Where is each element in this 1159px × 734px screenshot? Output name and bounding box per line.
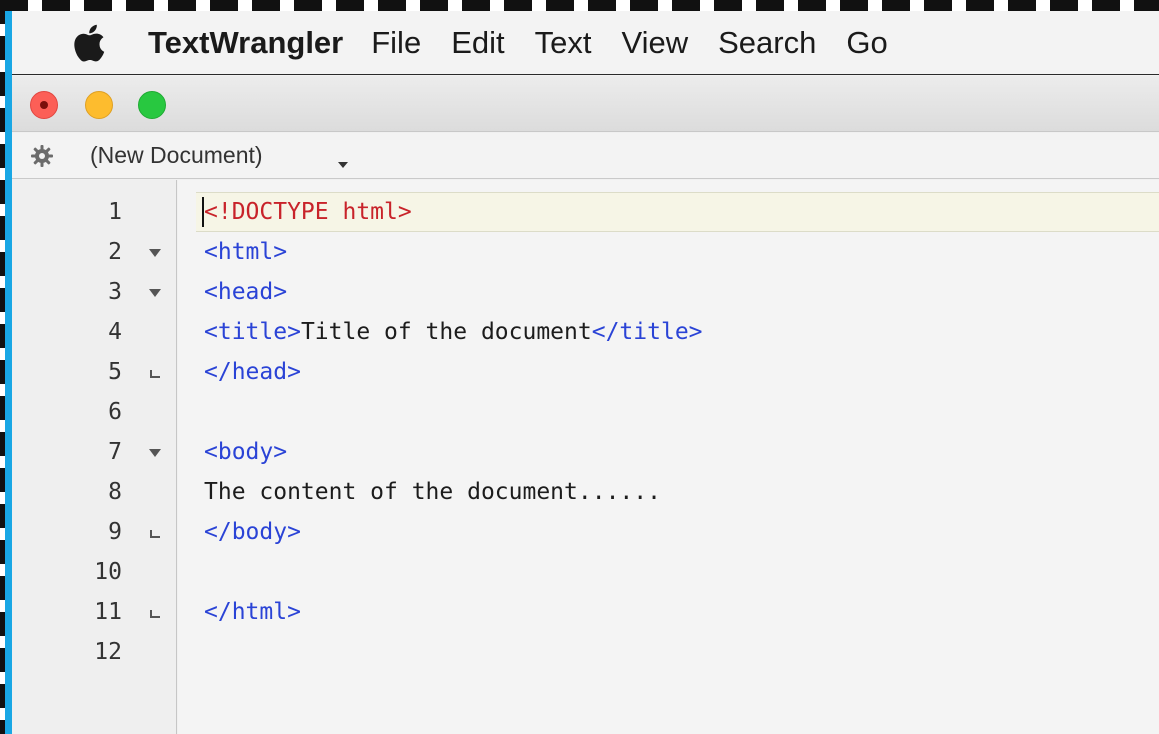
line-number: 11 bbox=[94, 599, 122, 625]
app-menu-textwrangler[interactable]: TextWrangler bbox=[148, 25, 343, 61]
accent-stripe bbox=[5, 11, 12, 734]
line-number: 2 bbox=[108, 239, 122, 265]
line-number: 4 bbox=[108, 319, 122, 345]
html-tag: </head> bbox=[204, 359, 301, 385]
line-number: 12 bbox=[94, 639, 122, 665]
text-editor-area[interactable]: <!DOCTYPE html> <html> <head> <title>Title … bbox=[178, 180, 1159, 734]
code-line: </head> bbox=[204, 352, 301, 392]
line-number: 1 bbox=[108, 199, 122, 225]
menu-edit[interactable]: Edit bbox=[451, 25, 504, 61]
menu-file[interactable]: File bbox=[371, 25, 421, 61]
screenshot-frame: TextWrangler File Edit Text View Search … bbox=[0, 0, 1159, 734]
text-cursor bbox=[202, 197, 204, 227]
menu-text[interactable]: Text bbox=[535, 25, 592, 61]
doctype-declaration: <!DOCTYPE html> bbox=[204, 199, 412, 225]
chevron-down-icon[interactable] bbox=[338, 162, 348, 168]
code-line: <html> bbox=[204, 232, 287, 272]
line-number: 9 bbox=[108, 519, 122, 545]
zoom-window-button[interactable] bbox=[138, 91, 166, 119]
code-line: <!DOCTYPE html> bbox=[204, 192, 412, 232]
apple-logo-icon[interactable] bbox=[70, 24, 106, 62]
menu-search[interactable]: Search bbox=[718, 25, 816, 61]
code-line: </body> bbox=[204, 512, 301, 552]
fold-end-icon bbox=[148, 512, 162, 552]
html-tag: </body> bbox=[204, 519, 301, 545]
code-line: </html> bbox=[204, 592, 301, 632]
line-number: 5 bbox=[108, 359, 122, 385]
code-line: <title>Title of the document</title> bbox=[204, 312, 703, 352]
document-menu[interactable]: (New Document) bbox=[90, 142, 263, 169]
line-number: 6 bbox=[108, 399, 122, 425]
dashed-border-top bbox=[0, 0, 1159, 11]
document-bar: (New Document) bbox=[12, 133, 1159, 179]
fold-end-icon bbox=[148, 352, 162, 392]
html-tag: <body> bbox=[204, 439, 288, 465]
menu-view[interactable]: View bbox=[621, 25, 688, 61]
line-number-gutter: 1 2 3 4 5 6 7 8 9 10 11 12 bbox=[12, 180, 177, 734]
menu-go[interactable]: Go bbox=[846, 25, 887, 61]
menu-bar: TextWrangler File Edit Text View Search … bbox=[12, 11, 1159, 75]
line-number: 8 bbox=[108, 479, 122, 505]
code-text: Title of the document bbox=[300, 319, 592, 345]
window-titlebar[interactable] bbox=[12, 76, 1159, 132]
code-line: <head> bbox=[204, 272, 287, 312]
fold-toggle-icon[interactable] bbox=[148, 272, 162, 312]
fold-end-icon bbox=[148, 592, 162, 632]
fold-toggle-icon[interactable] bbox=[148, 432, 162, 472]
close-window-button[interactable] bbox=[30, 91, 58, 119]
html-tag: </html> bbox=[204, 599, 301, 625]
line-number: 7 bbox=[108, 439, 122, 465]
html-tag: <html> bbox=[204, 239, 288, 265]
fold-toggle-icon[interactable] bbox=[148, 232, 162, 272]
minimize-window-button[interactable] bbox=[85, 91, 113, 119]
html-tag: </title> bbox=[591, 319, 703, 345]
html-tag: <head> bbox=[204, 279, 288, 305]
editor-window: (New Document) 1 2 3 4 5 6 7 8 9 10 11 12 <!DOCTYPE… bbox=[12, 76, 1159, 734]
line-number: 3 bbox=[108, 279, 122, 305]
html-tag: <title> bbox=[204, 319, 301, 345]
gear-icon[interactable] bbox=[30, 144, 54, 168]
code-line: The content of the document...... bbox=[204, 472, 661, 512]
code-text: The content of the document...... bbox=[204, 479, 661, 505]
code-line: <body> bbox=[204, 432, 287, 472]
line-number: 10 bbox=[94, 559, 122, 585]
